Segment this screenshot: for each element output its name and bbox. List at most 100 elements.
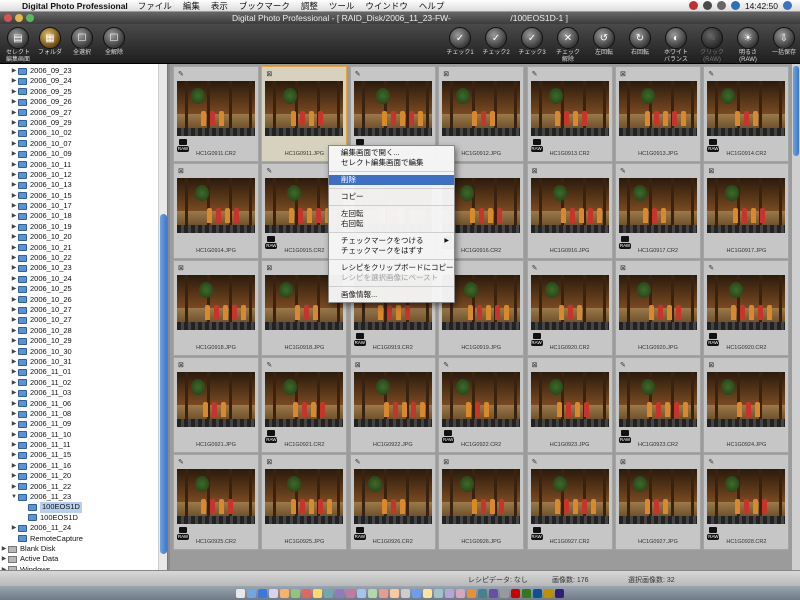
tree-node[interactable]: ▶ 2006_10_23 xyxy=(0,263,158,273)
thumbnail-image[interactable] xyxy=(177,275,255,330)
tree-node[interactable]: ▶ 2006_11_10 xyxy=(0,430,158,440)
tree-node[interactable]: ▶ 2006_11_06 xyxy=(0,399,158,409)
dock-app-icon[interactable] xyxy=(247,588,256,598)
click-raw-button[interactable]: ✎ クリック (RAW) xyxy=(692,27,732,64)
thumbnail-image[interactable] xyxy=(530,275,609,330)
dock-app-icon[interactable] xyxy=(522,588,531,598)
thumbnail-image[interactable] xyxy=(177,372,255,427)
dock-app-icon[interactable] xyxy=(412,588,421,598)
tree-node[interactable]: ▶ 2006_10_07 xyxy=(0,139,158,149)
status-icon[interactable] xyxy=(688,1,698,10)
tree-node[interactable]: ▶ 2006_11_08 xyxy=(0,409,158,419)
deselect-all-button[interactable]: ☐ 全解除 xyxy=(94,27,134,57)
check-clear-button[interactable]: ✕ チェック 解除 xyxy=(548,27,588,64)
rotate-right-button[interactable]: ↻ 右回転 xyxy=(620,27,660,57)
tree-node[interactable]: ▶ 2006_10_02 xyxy=(0,128,158,138)
menu-item[interactable]: ツール xyxy=(329,0,355,12)
thumbnail-image[interactable] xyxy=(442,469,521,524)
disclosure-closed-icon[interactable]: ▶ xyxy=(10,367,18,377)
disclosure-closed-icon[interactable]: ▶ xyxy=(10,274,18,284)
disclosure-closed-icon[interactable]: ▶ xyxy=(10,409,18,419)
thumbnail-image[interactable] xyxy=(177,178,255,233)
dock-app-icon[interactable] xyxy=(258,588,267,598)
context-menu-item[interactable]: 左回転 xyxy=(329,209,454,219)
scrollbar-thumb[interactable] xyxy=(160,214,167,554)
tree-node[interactable]: ▶ 2006_10_29 xyxy=(0,336,158,346)
dock-app-icon[interactable] xyxy=(313,588,322,598)
disclosure-closed-icon[interactable]: ▶ xyxy=(10,243,18,253)
disclosure-closed-icon[interactable]: ▶ xyxy=(10,430,18,440)
disclosure-closed-icon[interactable]: ▶ xyxy=(10,347,18,357)
check3-button[interactable]: ✓ チェック3 xyxy=(512,27,552,57)
disclosure-closed-icon[interactable]: ▶ xyxy=(10,66,18,76)
context-menu-item[interactable]: コピー xyxy=(329,192,454,202)
disclosure-closed-icon[interactable]: ▶ xyxy=(10,149,18,159)
thumbnail-image[interactable] xyxy=(177,81,255,136)
thumbnail-cell[interactable]: ⊠ HC1G0922.JPG xyxy=(349,357,436,453)
tree-node[interactable]: ▶ 2006_11_02 xyxy=(0,378,158,388)
dock-app-icon[interactable] xyxy=(544,588,553,598)
thumbnail-cell[interactable]: ⊠ HC1G0916.JPG xyxy=(526,163,613,259)
thumbnail-cell[interactable]: ✎ RAW HC1G0911.CR2 xyxy=(173,66,259,162)
menu-item[interactable]: ウインドウ xyxy=(365,0,408,12)
thumbnail-image[interactable] xyxy=(707,81,786,136)
folder-tree-scrollbar[interactable] xyxy=(158,64,167,570)
tree-node[interactable]: ▶ 2006_10_30 xyxy=(0,347,158,357)
app-menu[interactable]: Digital Photo Professional xyxy=(22,1,128,11)
dock-app-icon[interactable] xyxy=(555,588,564,598)
disclosure-closed-icon[interactable]: ▶ xyxy=(10,180,18,190)
thumbnail-cell[interactable]: ✎ RAW HC1G0914.CR2 xyxy=(703,66,790,162)
clock[interactable]: 14:42:50 xyxy=(745,1,778,11)
dock-app-icon[interactable] xyxy=(302,588,311,598)
dock-app-icon[interactable] xyxy=(368,588,377,598)
tree-node[interactable]: ▶ 2006_10_20 xyxy=(0,232,158,242)
tree-node[interactable]: ▶ 2006_11_20 xyxy=(0,471,158,481)
tree-node[interactable]: RemoteCapture xyxy=(0,534,158,544)
disclosure-closed-icon[interactable]: ▶ xyxy=(10,108,18,118)
tree-node[interactable]: ▶ 2006_09_29 xyxy=(0,118,158,128)
dock-app-icon[interactable] xyxy=(467,588,476,598)
thumbnail-cell[interactable]: ⊠ HC1G0917.JPG xyxy=(703,163,790,259)
disclosure-closed-icon[interactable]: ▶ xyxy=(10,388,18,398)
menu-item[interactable]: 表示 xyxy=(211,0,228,12)
thumbnail-image[interactable] xyxy=(619,178,697,233)
disclosure-closed-icon[interactable]: ▶ xyxy=(10,336,18,346)
thumbnail-image[interactable] xyxy=(707,275,786,330)
thumbnail-cell[interactable]: ✎ RAW HC1G0927.CR2 xyxy=(526,454,613,550)
disclosure-closed-icon[interactable]: ▶ xyxy=(10,295,18,305)
tree-node[interactable]: ▶ 2006_10_13 xyxy=(0,180,158,190)
context-menu-item[interactable]: 画像情報... xyxy=(329,290,454,300)
tree-node[interactable]: ▶ 2006_09_23 xyxy=(0,66,158,76)
tree-node[interactable]: ▶ 2006_09_24 xyxy=(0,76,158,86)
thumbnail-image[interactable] xyxy=(353,372,432,427)
thumbnail-image[interactable] xyxy=(177,469,255,524)
tree-node[interactable]: ▶ 2006_10_11 xyxy=(0,160,158,170)
thumbnail-image[interactable] xyxy=(707,178,786,233)
batch-save-button[interactable]: ⇩ 一括保存 xyxy=(764,27,800,57)
spotlight-icon[interactable] xyxy=(783,1,792,10)
disclosure-closed-icon[interactable]: ▶ xyxy=(10,482,18,492)
tree-node[interactable]: ▶ Active Data xyxy=(0,554,158,564)
thumbnail-image[interactable] xyxy=(619,372,697,427)
disclosure-closed-icon[interactable]: ▶ xyxy=(10,284,18,294)
thumbnail-cell[interactable]: ✎ RAW HC1G0925.CR2 xyxy=(173,454,259,550)
thumbnail-cell[interactable]: ⊠ HC1G0914.JPG xyxy=(173,163,259,259)
tree-node[interactable]: 100EOS1D xyxy=(0,513,158,523)
dock-app-icon[interactable] xyxy=(445,588,454,598)
dock-app-icon[interactable] xyxy=(280,588,289,598)
dock-app-icon[interactable] xyxy=(379,588,388,598)
disclosure-closed-icon[interactable]: ▶ xyxy=(10,378,18,388)
tree-node[interactable]: ▼ 2006_11_23 xyxy=(0,492,158,502)
disclosure-closed-icon[interactable]: ▶ xyxy=(10,211,18,221)
thumbnail-cell[interactable]: ⊠ HC1G0920.JPG xyxy=(615,260,701,356)
disclosure-closed-icon[interactable]: ▶ xyxy=(10,440,18,450)
tree-node[interactable]: ▶ 2006_11_16 xyxy=(0,461,158,471)
zoom-window-button[interactable] xyxy=(26,14,34,22)
tree-node[interactable]: ▶ 2006_10_09 xyxy=(0,149,158,159)
dock-app-icon[interactable] xyxy=(236,588,245,598)
close-window-button[interactable] xyxy=(4,14,12,22)
tree-node[interactable]: ▶ 2006_09_27 xyxy=(0,108,158,118)
tree-node[interactable]: ▶ 2006_10_22 xyxy=(0,253,158,263)
dock-app-icon[interactable] xyxy=(489,588,498,598)
disclosure-closed-icon[interactable]: ▶ xyxy=(10,523,18,533)
